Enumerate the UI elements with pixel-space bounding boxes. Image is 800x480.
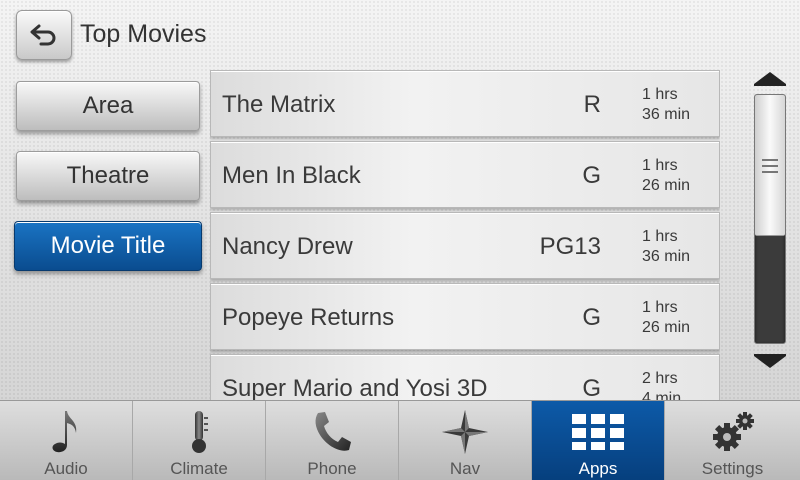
movie-duration-minutes: 36 min xyxy=(642,106,691,123)
movie-rating: R xyxy=(583,91,601,118)
bottom-nav-bar: Audio Climate Phone Nav Apps Settings xyxy=(0,400,800,480)
movie-duration-hours: 1 hrs xyxy=(642,86,678,103)
movie-list[interactable]: The Matrix R 1 hrs 36 min Men In Black G… xyxy=(210,70,720,400)
movie-title: Men In Black xyxy=(222,162,361,189)
nav-phone[interactable]: Phone xyxy=(266,401,399,480)
filter-area-button[interactable]: Area xyxy=(16,81,200,131)
movie-title: Popeye Returns xyxy=(222,304,395,331)
movie-duration: 2 hrs 4 min xyxy=(642,369,681,400)
apps-grid-icon xyxy=(572,414,624,450)
movie-duration-minutes: 26 min xyxy=(642,177,691,194)
nav-phone-label: Phone xyxy=(307,459,357,478)
movie-duration-hours: 1 hrs xyxy=(642,299,678,316)
nav-apps-label: Apps xyxy=(578,459,618,478)
filter-movie-title-button[interactable]: Movie Title xyxy=(14,221,202,271)
gears-icon xyxy=(712,412,754,451)
movie-duration-minutes: 4 min xyxy=(642,390,682,400)
nav-settings-label: Settings xyxy=(701,459,764,478)
movie-title: Nancy Drew xyxy=(222,233,353,260)
movie-rating: PG13 xyxy=(539,233,601,260)
movie-duration-minutes: 36 min xyxy=(642,248,691,265)
nav-audio-label: Audio xyxy=(44,459,88,478)
movie-row[interactable]: Popeye Returns G 1 hrs 26 min xyxy=(210,283,720,350)
movie-rating: G xyxy=(582,375,601,400)
movie-duration-hours: 1 hrs xyxy=(642,157,678,174)
scroll-up-arrow-icon[interactable] xyxy=(752,70,788,86)
grip-line xyxy=(762,158,778,161)
page-title: Top Movies xyxy=(80,20,207,48)
movie-duration-hours: 2 hrs xyxy=(642,370,678,387)
movie-duration-hours: 1 hrs xyxy=(642,228,678,245)
phone-handset-icon xyxy=(315,412,351,451)
movie-title: The Matrix xyxy=(222,91,336,118)
grip-line xyxy=(762,170,778,173)
movie-row[interactable]: Super Mario and Yosi 3D G 2 hrs 4 min xyxy=(210,354,720,400)
nav-climate-label: Climate xyxy=(170,459,228,478)
back-button[interactable] xyxy=(16,10,72,60)
movie-row[interactable]: Nancy Drew PG13 1 hrs 36 min xyxy=(210,212,720,279)
nav-nav-label: Nav xyxy=(449,459,481,478)
movie-rating: G xyxy=(582,162,601,189)
back-arrow-icon xyxy=(30,24,56,46)
filter-theatre-button[interactable]: Theatre xyxy=(16,151,200,201)
movie-row[interactable]: The Matrix R 1 hrs 36 min xyxy=(210,70,720,137)
nav-climate[interactable]: Climate xyxy=(133,401,266,480)
movie-title: Super Mario and Yosi 3D xyxy=(222,375,488,400)
nav-audio[interactable]: Audio xyxy=(0,401,133,480)
movie-duration-minutes: 26 min xyxy=(642,319,691,336)
scroll-down-arrow-icon[interactable] xyxy=(752,354,788,370)
thermometer-icon xyxy=(192,411,208,453)
movie-rating: G xyxy=(582,304,601,331)
nav-nav[interactable]: Nav xyxy=(399,401,532,480)
movie-duration: 1 hrs 26 min xyxy=(642,156,690,196)
nav-settings[interactable]: Settings xyxy=(665,401,800,480)
movie-row[interactable]: Men In Black G 1 hrs 26 min xyxy=(210,141,720,208)
grip-line xyxy=(762,164,778,167)
nav-apps[interactable]: Apps xyxy=(532,401,665,480)
scrollbar-thumb[interactable] xyxy=(755,95,785,236)
movie-duration: 1 hrs 36 min xyxy=(642,85,690,125)
scrollbar-track[interactable] xyxy=(754,94,786,344)
movie-duration: 1 hrs 26 min xyxy=(642,298,690,338)
compass-star-icon xyxy=(442,410,488,454)
movie-duration: 1 hrs 36 min xyxy=(642,227,690,267)
music-note-icon xyxy=(52,411,77,453)
